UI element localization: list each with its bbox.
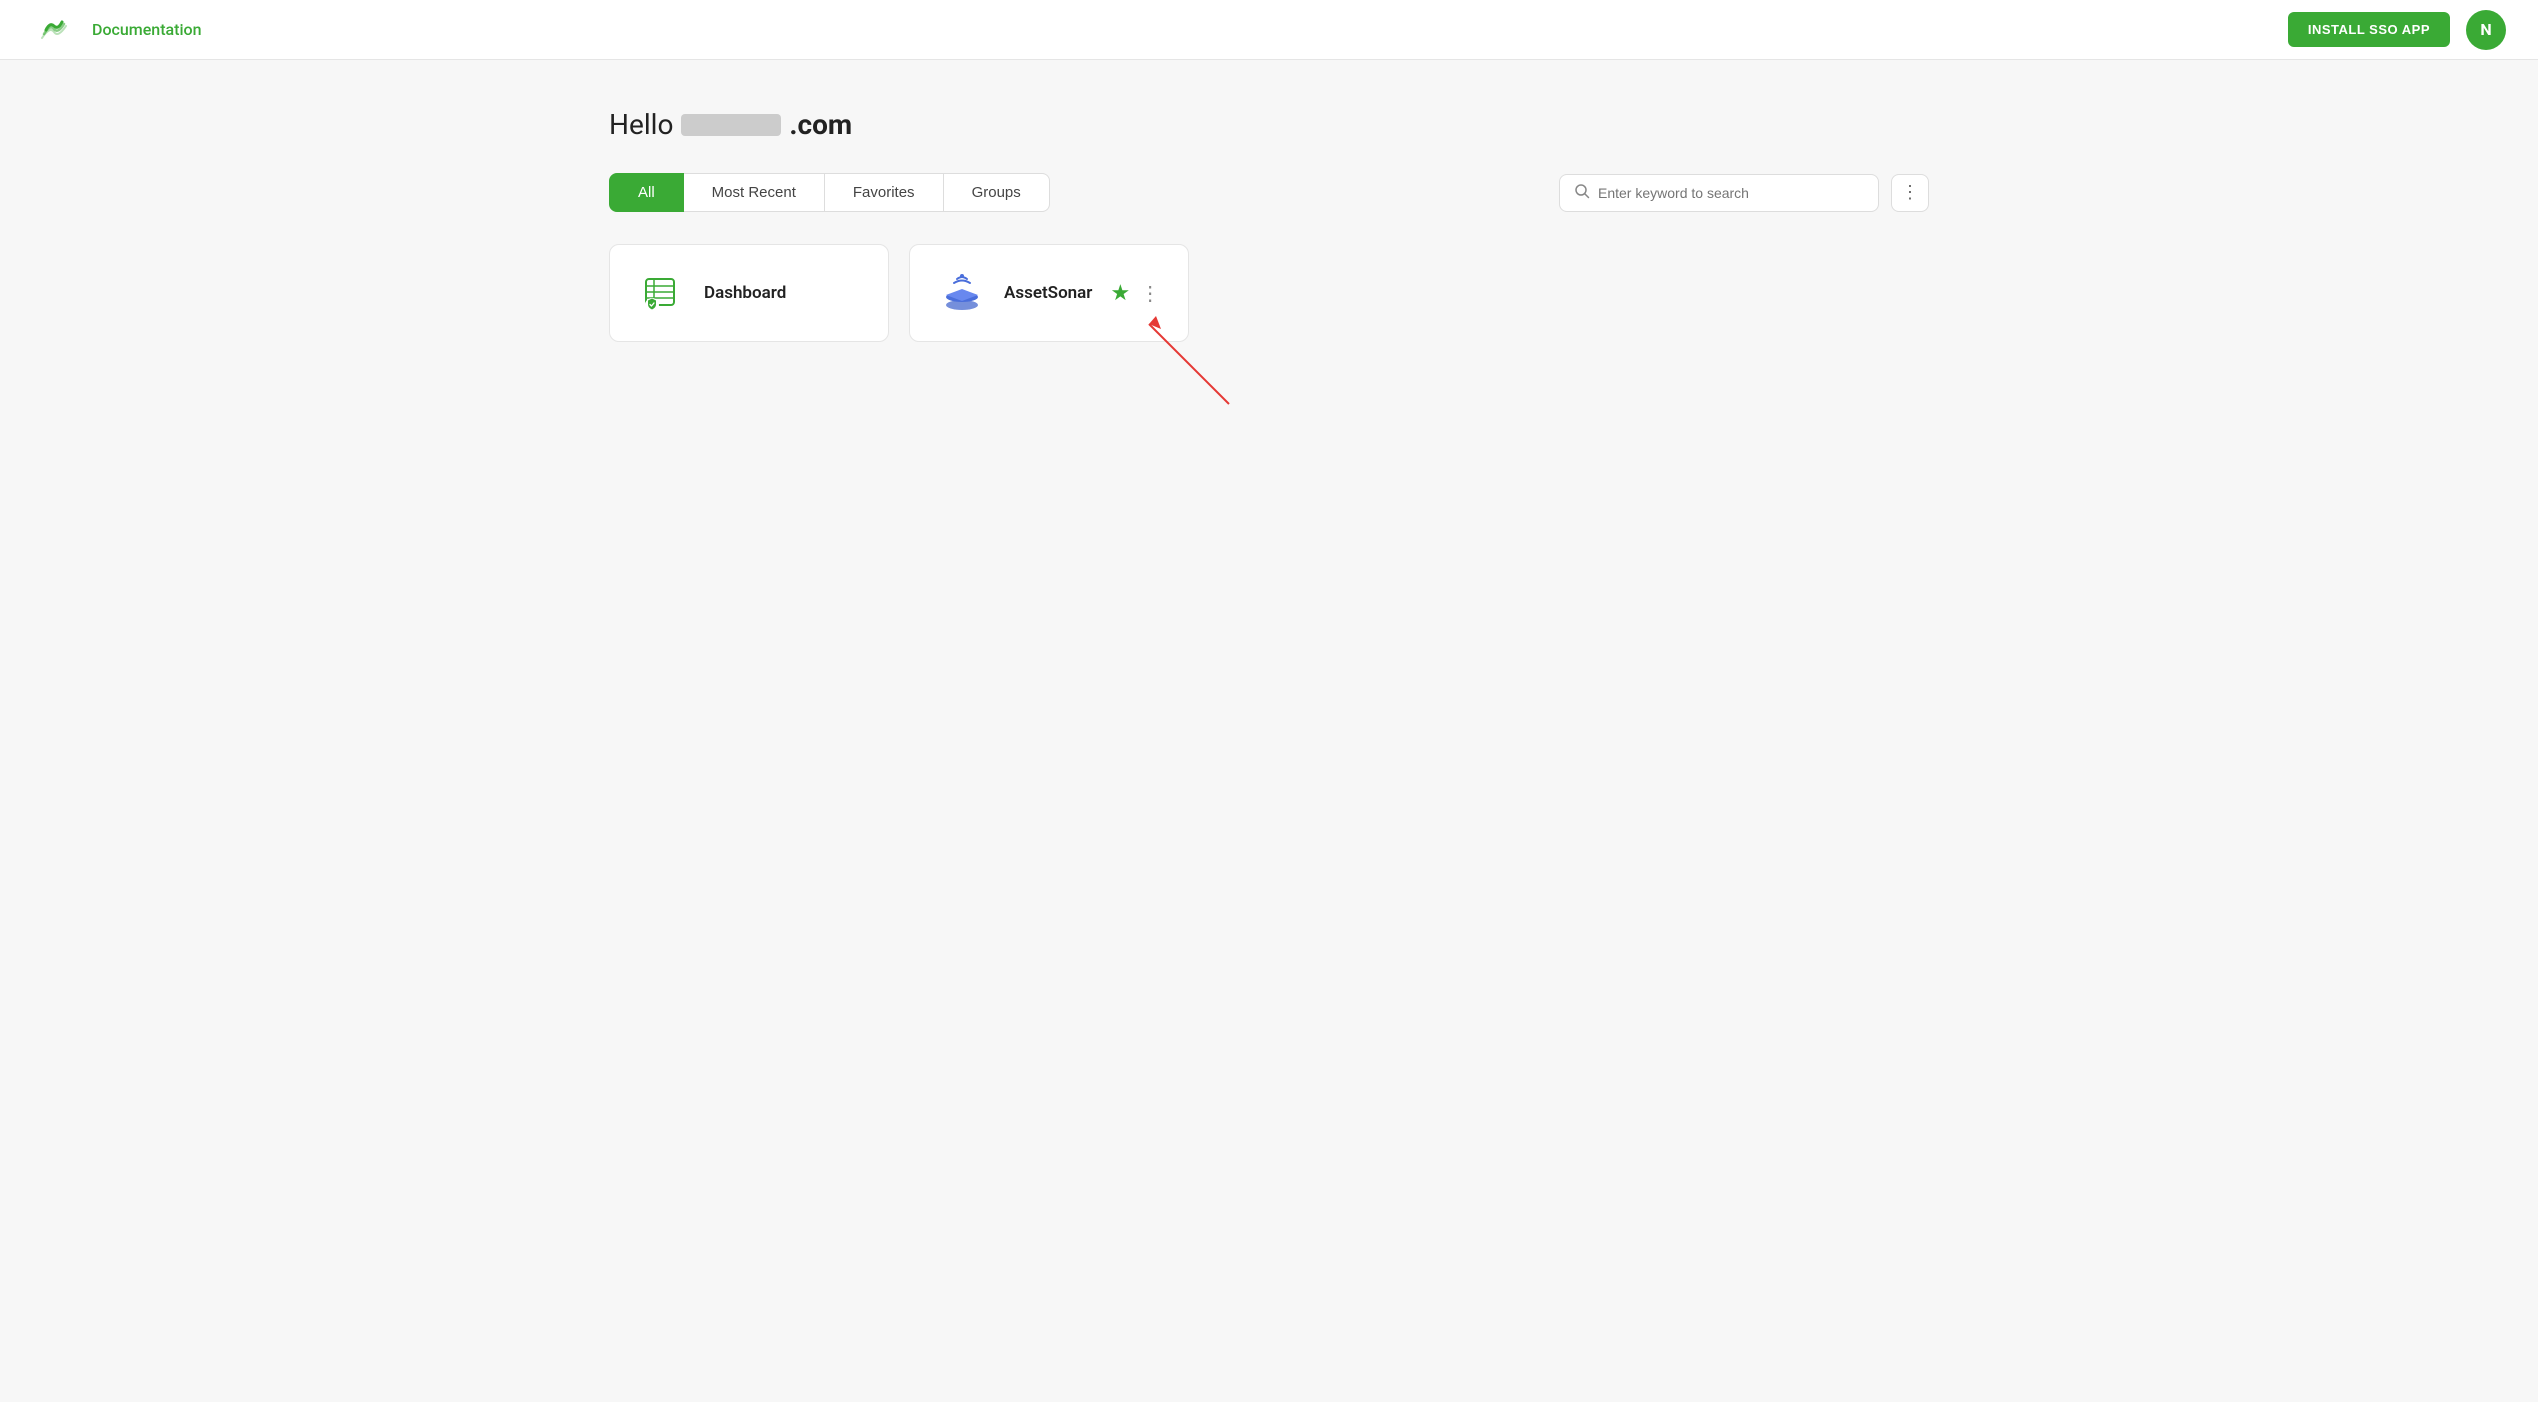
assetsonar-icon: [938, 269, 986, 317]
more-options-button[interactable]: ⋮: [1891, 174, 1929, 212]
assetsonar-card-label: AssetSonar: [1004, 283, 1092, 303]
header-left: Documentation: [32, 6, 202, 54]
vertical-dots-icon: ⋮: [1901, 182, 1919, 203]
assetsonar-card[interactable]: AssetSonar ★ ⋮: [909, 244, 1189, 342]
install-sso-button[interactable]: INSTALL SSO APP: [2288, 12, 2450, 47]
cards-grid: Dashboard AssetSonar: [609, 244, 1929, 342]
greeting-name-blur: [681, 114, 781, 136]
assetsonar-card-actions: ★ ⋮: [1110, 281, 1160, 306]
search-area: ⋮: [1559, 174, 1929, 212]
search-input[interactable]: [1598, 185, 1864, 201]
greeting-domain: .com: [789, 108, 852, 141]
header-right: INSTALL SSO APP N: [2288, 10, 2506, 50]
tab-most-recent[interactable]: Most Recent: [684, 173, 825, 212]
greeting-hello: Hello: [609, 108, 673, 141]
logo[interactable]: [32, 6, 76, 54]
user-avatar[interactable]: N: [2466, 10, 2506, 50]
tab-groups[interactable]: Groups: [944, 173, 1050, 212]
documentation-link[interactable]: Documentation: [92, 20, 202, 39]
card-kebab-menu-icon[interactable]: ⋮: [1140, 281, 1160, 305]
search-icon: [1574, 183, 1590, 203]
tab-favorites[interactable]: Favorites: [825, 173, 944, 212]
tabs-container: All Most Recent Favorites Groups: [609, 173, 1050, 212]
header: Documentation INSTALL SSO APP N: [0, 0, 2538, 60]
favorite-star-icon[interactable]: ★: [1110, 281, 1130, 306]
main-content: Hello .com All Most Recent Favorites Gro…: [569, 60, 1969, 382]
greeting: Hello .com: [609, 108, 1929, 141]
dashboard-icon: [638, 269, 686, 317]
tab-all[interactable]: All: [609, 173, 684, 212]
dashboard-card-label: Dashboard: [704, 283, 786, 303]
dashboard-card[interactable]: Dashboard: [609, 244, 889, 342]
search-box: [1559, 174, 1879, 212]
tabs-search-row: All Most Recent Favorites Groups ⋮: [609, 173, 1929, 212]
